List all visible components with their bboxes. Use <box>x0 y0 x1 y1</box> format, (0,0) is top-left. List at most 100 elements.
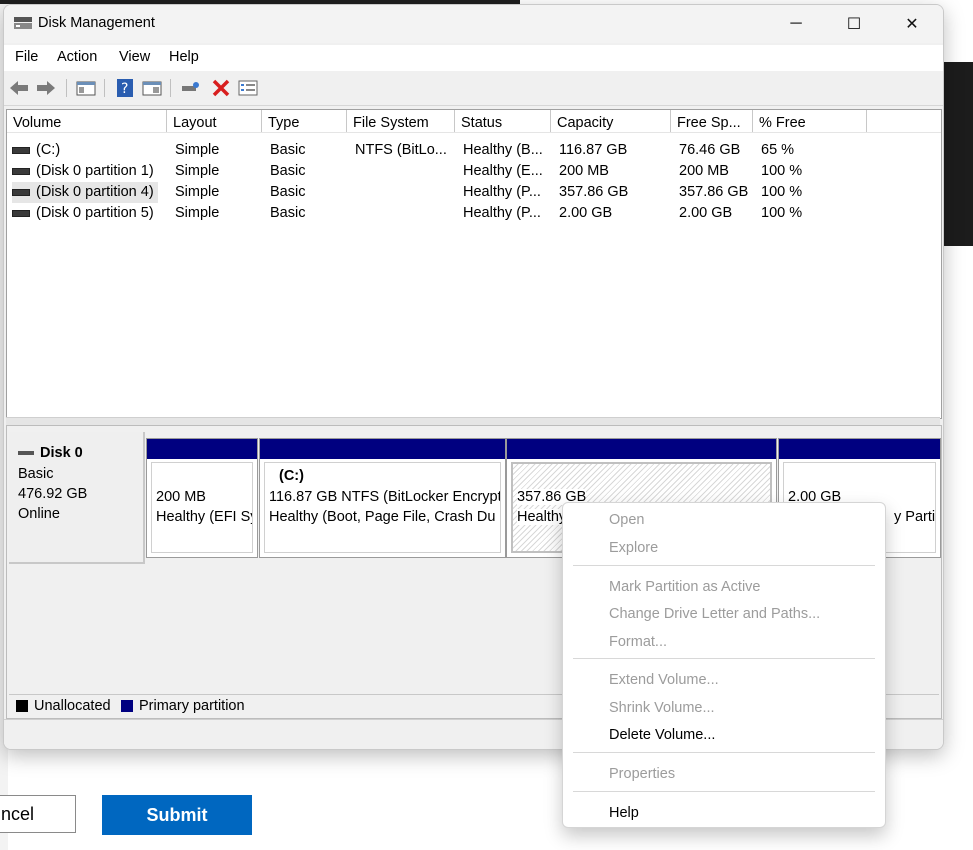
column-capacity[interactable]: Capacity <box>551 110 671 132</box>
drive-icon <box>12 146 30 154</box>
layout-cell: Simple <box>175 142 220 158</box>
drive-icon <box>12 188 30 196</box>
capacity-cell: 116.87 GB <box>559 142 628 158</box>
column-percent-free[interactable]: % Free <box>753 110 867 132</box>
disk-name-text: Disk 0 <box>40 445 83 461</box>
delete-icon[interactable] <box>211 79 231 97</box>
type-cell: Basic <box>270 205 306 221</box>
menu-help[interactable]: Help <box>169 49 199 65</box>
close-icon: ✕ <box>905 16 919 33</box>
properties-icon[interactable] <box>238 79 258 97</box>
free-space-cell: 357.86 GB <box>679 184 749 200</box>
type-cell: Basic <box>270 142 306 158</box>
cancel-button[interactable]: ncel <box>0 795 76 833</box>
column-volume[interactable]: Volume <box>7 110 167 132</box>
table-row[interactable]: (Disk 0 partition 5) Simple Basic Health… <box>7 203 941 224</box>
volume-name: (C:) <box>36 142 61 158</box>
forward-arrow-icon[interactable] <box>36 79 56 97</box>
menu-item-change-drive-letter[interactable]: Change Drive Letter and Paths... <box>609 606 820 622</box>
partition-c[interactable]: (C:) 116.87 GB NTFS (BitLocker Encrypt H… <box>259 438 506 558</box>
partition-status: y Parti <box>894 509 936 525</box>
primary-partition-band <box>507 439 776 459</box>
layout-cell: Simple <box>175 184 220 200</box>
free-space-cell: 2.00 GB <box>679 205 733 221</box>
toolbar-separator <box>170 79 171 97</box>
volume-name: (Disk 0 partition 5) <box>36 205 154 221</box>
connect-icon[interactable] <box>181 79 201 97</box>
menu-item-delete-volume[interactable]: Delete Volume... <box>609 727 715 743</box>
volume-name: (Disk 0 partition 1) <box>36 163 154 179</box>
legend-primary-partition: Primary partition <box>139 698 245 714</box>
minimize-icon: ─ <box>790 15 802 32</box>
table-row-selected[interactable]: (Disk 0 partition 4) Simple Basic Health… <box>7 182 941 203</box>
back-arrow-icon[interactable] <box>9 79 29 97</box>
partition-efi[interactable]: 200 MB Healthy (EFI Sy <box>146 438 258 558</box>
menu-file[interactable]: File <box>15 49 38 65</box>
partition-status: Healthy (Boot, Page File, Crash Du <box>269 509 496 525</box>
background-panel <box>941 62 973 246</box>
menu-item-explore[interactable]: Explore <box>609 540 658 556</box>
partition-body: 200 MB Healthy (EFI Sy <box>151 462 253 553</box>
menu-item-help[interactable]: Help <box>609 805 639 821</box>
volume-list-header: Volume Layout Type File System Status Ca… <box>7 110 941 133</box>
partition-status: Healthy <box>517 509 567 525</box>
partition-size: 116.87 GB NTFS (BitLocker Encrypt <box>269 489 501 505</box>
status-cell: Healthy (E... <box>463 163 543 179</box>
menu-item-mark-active[interactable]: Mark Partition as Active <box>609 579 761 595</box>
primary-partition-band <box>779 439 940 459</box>
volume-cell: (Disk 0 partition 4) <box>12 182 158 203</box>
disk-0-label[interactable]: Disk 0 Basic 476.92 GB Online <box>9 432 145 564</box>
volume-cell: (Disk 0 partition 5) <box>12 203 154 224</box>
percent-free-cell: 65 % <box>761 142 795 158</box>
volume-name: (Disk 0 partition 4) <box>36 184 154 200</box>
minimize-button[interactable]: ─ <box>767 5 825 43</box>
column-file-system[interactable]: File System <box>347 110 455 132</box>
table-row[interactable]: (C:) Simple Basic NTFS (BitLo... Healthy… <box>7 140 941 161</box>
layout-cell: Simple <box>175 163 220 179</box>
menu-separator <box>573 791 875 792</box>
free-space-cell: 200 MB <box>679 163 729 179</box>
status-cell: Healthy (P... <box>463 184 541 200</box>
file-system-cell: NTFS (BitLo... <box>355 142 447 158</box>
context-menu: Open Explore Mark Partition as Active Ch… <box>562 502 886 828</box>
menu-bar: File Action View Help <box>4 45 943 71</box>
legend-unallocated: Unallocated <box>34 698 111 714</box>
menu-item-shrink-volume[interactable]: Shrink Volume... <box>609 700 715 716</box>
type-cell: Basic <box>270 184 306 200</box>
menu-action[interactable]: Action <box>57 49 97 65</box>
submit-button[interactable]: Submit <box>102 795 252 835</box>
menu-item-open[interactable]: Open <box>609 512 644 528</box>
drive-icon <box>12 167 30 175</box>
percent-free-cell: 100 % <box>761 184 803 200</box>
menu-item-format[interactable]: Format... <box>609 634 667 650</box>
disk-name: Disk 0 <box>18 445 83 461</box>
disk-size: 476.92 GB <box>18 486 88 502</box>
column-free-space[interactable]: Free Sp... <box>671 110 753 132</box>
close-button[interactable]: ✕ <box>883 5 941 43</box>
column-type[interactable]: Type <box>262 110 347 132</box>
column-layout[interactable]: Layout <box>167 110 262 132</box>
disk-icon <box>18 451 34 456</box>
console-tree-icon[interactable] <box>76 79 96 97</box>
partition-size: 200 MB <box>156 489 206 505</box>
table-row[interactable]: (Disk 0 partition 1) Simple Basic Health… <box>7 161 941 182</box>
maximize-button[interactable]: ☐ <box>825 5 883 43</box>
menu-separator <box>573 565 875 566</box>
layout-cell: Simple <box>175 205 220 221</box>
disk-status: Online <box>18 506 60 522</box>
title-bar[interactable]: Disk Management ─ ☐ ✕ <box>4 5 943 43</box>
volume-cell: (Disk 0 partition 1) <box>12 161 154 182</box>
capacity-cell: 2.00 GB <box>559 205 613 221</box>
maximize-icon: ☐ <box>846 16 862 33</box>
column-status[interactable]: Status <box>455 110 551 132</box>
menu-view[interactable]: View <box>119 49 150 65</box>
disk-management-icon <box>14 17 32 29</box>
show-hide-icon[interactable] <box>142 79 162 97</box>
capacity-cell: 357.86 GB <box>559 184 629 200</box>
menu-item-properties[interactable]: Properties <box>609 766 675 782</box>
help-icon[interactable]: ? <box>115 79 135 97</box>
percent-free-cell: 100 % <box>761 205 803 221</box>
partition-status: Healthy (EFI Sy <box>156 509 253 525</box>
toolbar-separator <box>104 79 105 97</box>
menu-item-extend-volume[interactable]: Extend Volume... <box>609 672 719 688</box>
